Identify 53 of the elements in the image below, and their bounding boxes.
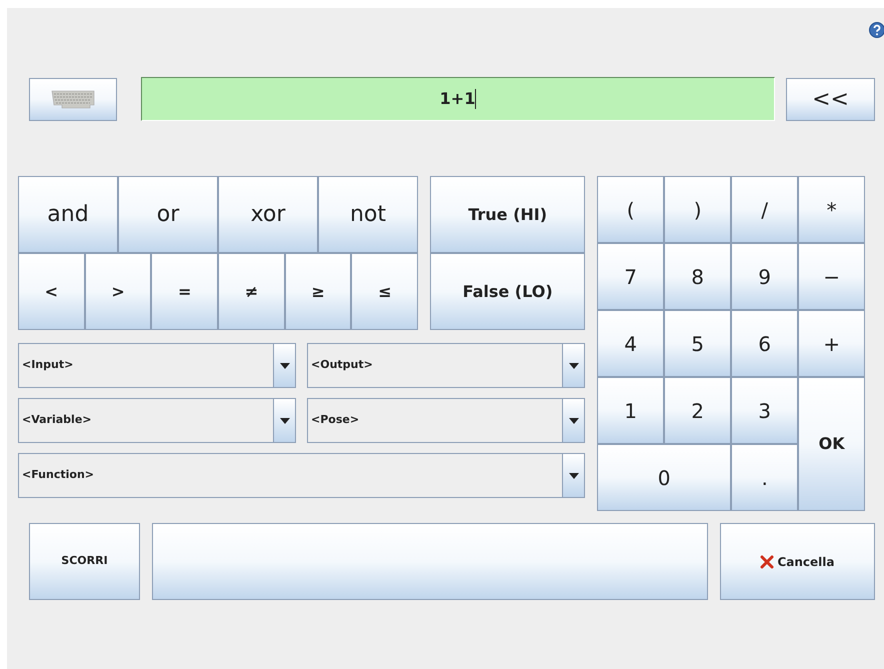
caret-icon <box>280 362 290 368</box>
scroll-button[interactable]: SCORRI <box>29 523 140 600</box>
boolean-button[interactable]: True (HI) <box>430 176 586 253</box>
keypad-button[interactable]: 0 <box>597 444 732 511</box>
dropdown[interactable]: <Pose> <box>307 398 585 443</box>
keypad-button[interactable]: 6 <box>731 310 798 377</box>
keypad-button[interactable]: ) <box>664 176 732 243</box>
keypad-button[interactable]: 2 <box>664 377 732 444</box>
logic-operator-button[interactable]: not <box>318 176 418 253</box>
keypad-button[interactable]: OK <box>798 377 866 511</box>
comparison-operator-button[interactable]: > <box>84 253 152 330</box>
expression-field[interactable]: 1+1 <box>141 77 775 121</box>
backspace-button[interactable]: << <box>786 78 875 120</box>
dropdown-arrow-button[interactable] <box>562 344 584 387</box>
keypad-button[interactable]: − <box>798 243 866 310</box>
keypad-button[interactable]: 1 <box>597 377 664 444</box>
keypad-button[interactable]: 9 <box>731 243 798 310</box>
comparison-operator-button[interactable]: ≥ <box>284 253 352 330</box>
keypad-button[interactable]: 7 <box>597 243 664 310</box>
caret-icon <box>568 362 578 368</box>
dropdown[interactable]: <Function> <box>18 453 585 498</box>
caret-icon <box>568 418 578 424</box>
keypad-button[interactable]: / <box>731 176 798 243</box>
logic-operator-button[interactable]: or <box>118 176 218 253</box>
keypad-button[interactable]: 8 <box>664 243 732 310</box>
comparison-operator-button[interactable]: < <box>18 253 85 330</box>
dropdown-arrow-button[interactable] <box>562 454 584 497</box>
comparison-operator-button[interactable]: ≤ <box>351 253 418 330</box>
close-icon <box>760 554 774 568</box>
help-icon[interactable] <box>869 22 884 38</box>
keypad-button[interactable]: 5 <box>664 310 732 377</box>
logic-operator-button[interactable]: xor <box>218 176 318 253</box>
caret-icon <box>568 472 578 478</box>
dropdown-arrow-button[interactable] <box>273 399 295 442</box>
logic-operator-button[interactable]: and <box>18 176 118 253</box>
comparison-operator-button[interactable]: = <box>151 253 218 330</box>
caret-icon <box>280 418 290 424</box>
keypad-button[interactable]: 4 <box>597 310 664 377</box>
keypad-button[interactable]: 3 <box>731 377 798 444</box>
dropdown-arrow-button[interactable] <box>273 344 295 387</box>
dropdown[interactable]: <Output> <box>307 343 585 388</box>
dropdown[interactable]: <Input> <box>18 343 296 388</box>
keypad-button[interactable]: . <box>731 444 798 511</box>
keyboard-button[interactable] <box>29 78 117 120</box>
dropdown[interactable]: <Variable> <box>18 398 296 443</box>
boolean-button[interactable]: False (LO) <box>430 253 586 330</box>
keypad-button[interactable]: ( <box>597 176 664 243</box>
keypad-button[interactable]: + <box>798 310 866 377</box>
keyboard-icon <box>50 89 96 109</box>
comparison-operator-button[interactable]: ≠ <box>218 253 285 330</box>
cancel-button[interactable]: Cancella <box>720 523 875 600</box>
keypad-button[interactable]: * <box>798 176 866 243</box>
dropdown-arrow-button[interactable] <box>562 399 584 442</box>
